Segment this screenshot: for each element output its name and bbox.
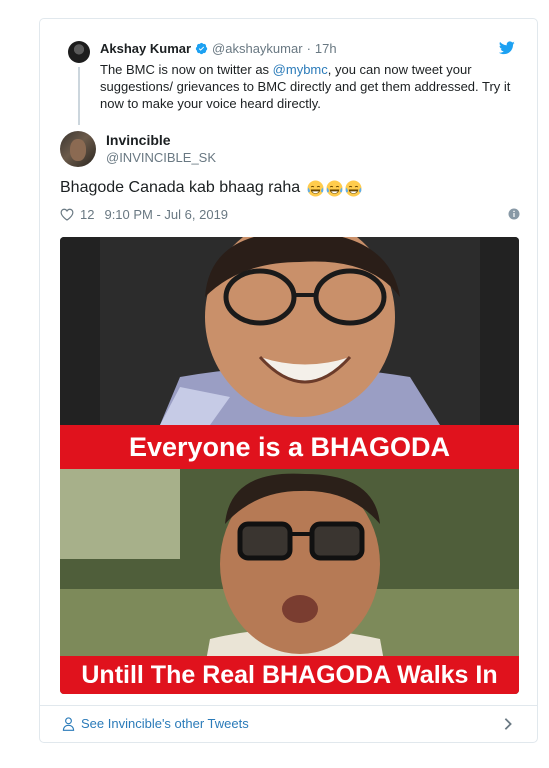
meme-caption-bottom: Untill The Real BHAGODA Walks In [60,656,519,694]
face-with-tears-of-joy-icon [326,179,343,197]
embedded-tweet-card: Akshay Kumar @akshaykumar · 17h The BMC … [39,18,538,743]
meme-image[interactable]: Everyone is a BHAGODA Untill The Real BH… [60,237,519,694]
footer-divider [40,705,537,706]
tweet-timestamp[interactable]: 9:10 PM - Jul 6, 2019 [104,207,228,222]
heart-icon[interactable] [60,208,74,221]
thread-connector [78,67,80,125]
like-count[interactable]: 12 [80,207,94,222]
parent-author-handle[interactable]: @akshaykumar [212,41,303,56]
reply-author[interactable]: Invincible @INVINCIBLE_SK [60,131,360,167]
parent-author-name[interactable]: Akshay Kumar [100,41,191,56]
see-other-tweets-link[interactable]: See Invincible's other Tweets [62,716,249,731]
see-other-tweets-label[interactable]: See Invincible's other Tweets [81,716,249,731]
akshay-avatar[interactable] [68,41,90,63]
reply-author-name[interactable]: Invincible [106,132,171,148]
quoted-parent-tweet[interactable]: Akshay Kumar @akshaykumar · 17h The BMC … [40,19,537,129]
verified-badge-icon [195,42,208,55]
parent-text-start: The BMC is now on twitter as [100,62,273,77]
face-with-tears-of-joy-icon [345,179,362,197]
parent-tweet-header: Akshay Kumar @akshaykumar · 17h [100,41,337,56]
chevron-right-icon[interactable] [503,717,513,731]
avatar-face [70,139,86,161]
invincible-avatar[interactable] [60,131,96,167]
header-separator: · [306,41,311,56]
reply-author-handle[interactable]: @INVINCIBLE_SK [106,150,216,165]
reply-tweet-text: Bhagode Canada kab bhaag raha [60,179,362,197]
parent-tweet-time[interactable]: 17h [315,41,337,56]
person-icon [62,716,75,731]
face-with-tears-of-joy-icon [307,179,324,197]
twitter-bird-icon[interactable] [499,41,515,55]
parent-tweet-text: The BMC is now on twitter as @mybmc, you… [100,61,520,112]
reply-text: Bhagode Canada kab bhaag raha [60,179,301,196]
meme-top-photo [60,237,519,425]
tweet-meta-row: 12 9:10 PM - Jul 6, 2019 [60,207,520,222]
meme-caption-top: Everyone is a BHAGODA [60,425,519,469]
info-icon[interactable] [508,208,520,220]
mention-link[interactable]: @mybmc [273,62,328,77]
